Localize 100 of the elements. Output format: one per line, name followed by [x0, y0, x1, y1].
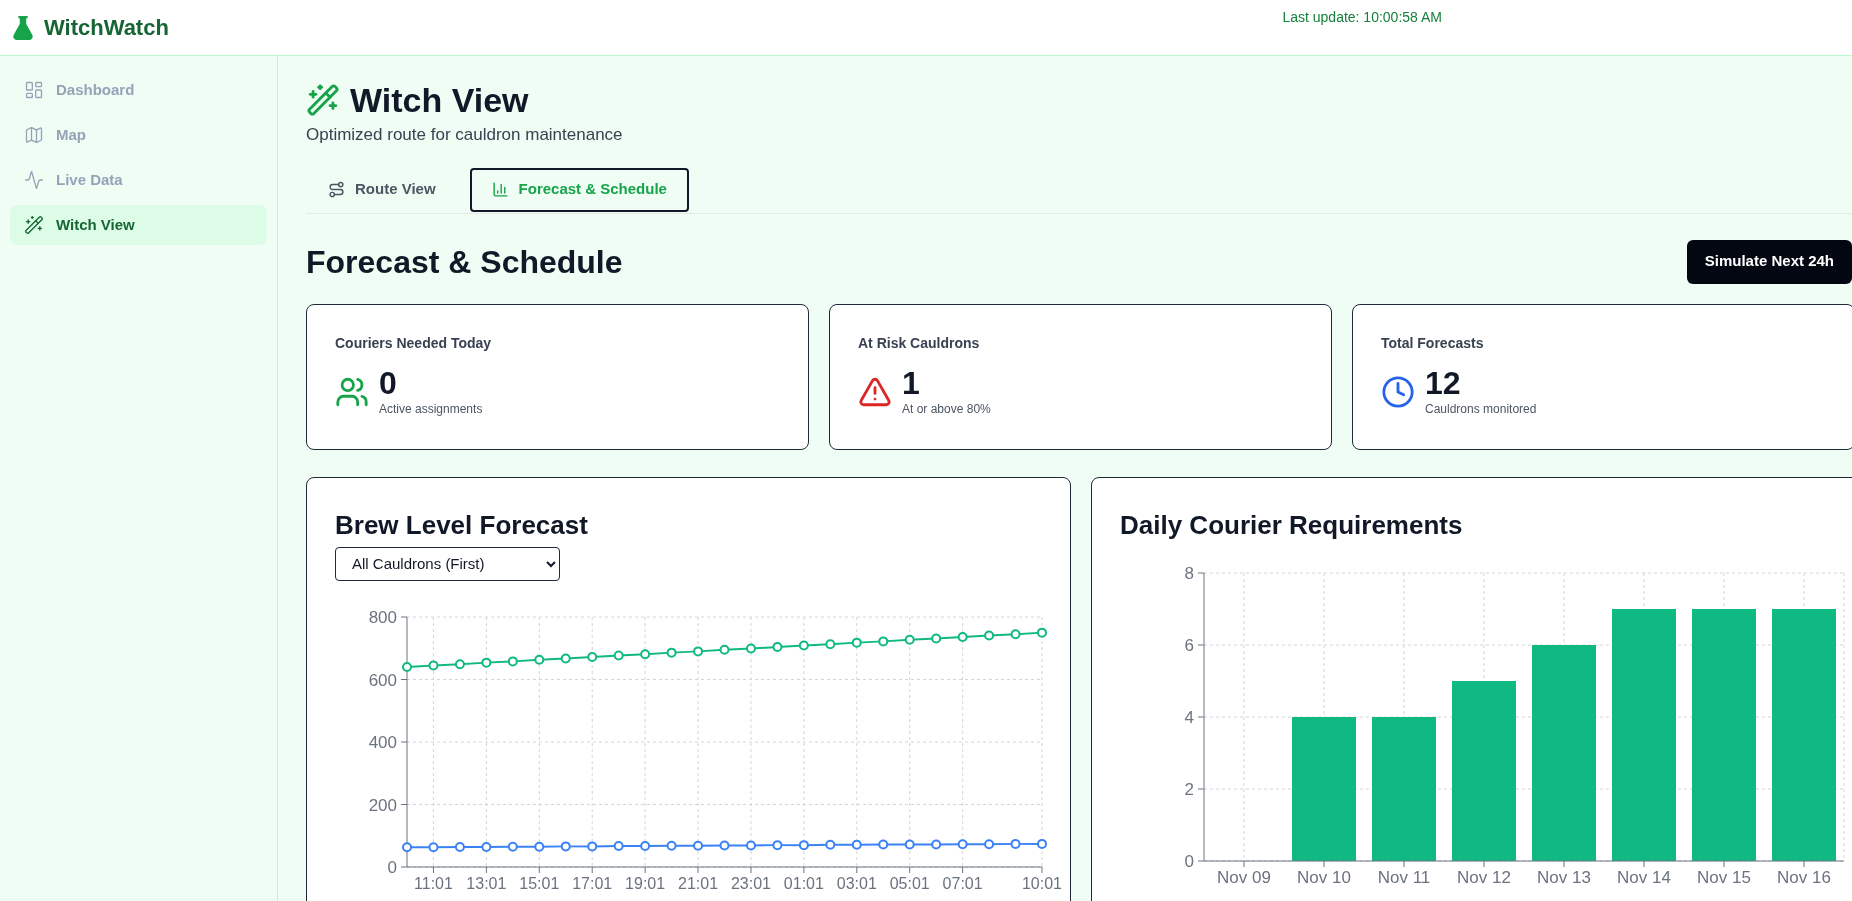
point [454, 658, 465, 669]
axis-label: 03:01 [836, 874, 877, 892]
stat-label: Total Forecasts [1381, 333, 1485, 353]
page-title: Witch View [350, 80, 529, 120]
axis-label: 01:01 [783, 874, 824, 892]
axis-label: 15:01 [519, 874, 560, 892]
simulate-button[interactable]: Simulate Next 24h [1686, 239, 1852, 284]
point [825, 638, 836, 649]
stat-value: 1 [902, 365, 921, 400]
axis-label: 600 [368, 670, 397, 689]
point [772, 839, 783, 850]
point [825, 839, 836, 850]
point [402, 841, 412, 852]
point [1037, 627, 1047, 638]
axis-label: 6 [1184, 635, 1194, 655]
point [693, 840, 704, 851]
point [719, 839, 730, 850]
map-icon [24, 125, 44, 145]
point [481, 841, 492, 852]
point [745, 839, 756, 850]
point [904, 839, 915, 849]
stat-value: 12 [1425, 365, 1462, 400]
axis-label: 17:01 [572, 874, 613, 892]
axis-label: 4 [1184, 707, 1194, 727]
point [931, 633, 942, 644]
chart-title: Daily Courier Requirements [1119, 508, 1464, 542]
point [1010, 838, 1021, 849]
point [428, 659, 439, 670]
pulse-icon [24, 170, 44, 190]
point [402, 661, 412, 672]
point [957, 631, 968, 642]
axis-label: Nov 12 [1457, 867, 1511, 887]
point [534, 654, 545, 665]
point [507, 655, 518, 666]
point [534, 841, 545, 852]
axis-label: 200 [368, 795, 397, 814]
axis-label: Nov 10 [1297, 867, 1351, 887]
point [1037, 838, 1047, 849]
point [693, 645, 704, 656]
cauldron-select[interactable]: All Cauldrons (First) [335, 546, 560, 581]
point [560, 840, 571, 851]
point [666, 647, 677, 658]
stat-value: 0 [379, 365, 398, 400]
magic-wand-icon [24, 215, 44, 235]
point [719, 644, 730, 655]
last-update: Last update: 10:00:58 AM [1282, 8, 1442, 27]
point [745, 643, 756, 654]
point [507, 841, 518, 852]
axis-label: 8 [1184, 563, 1194, 583]
point [878, 635, 889, 646]
axis-label: 07:01 [942, 874, 983, 892]
axis-label: 13:01 [466, 874, 507, 892]
stat-caption: Cauldrons monitored [1425, 400, 1537, 418]
magic-wand-icon [306, 83, 340, 117]
stat-label: Couriers Needed Today [335, 333, 493, 353]
axis-label: 05:01 [889, 874, 930, 892]
axis-label: Nov 16 [1777, 867, 1831, 887]
point [798, 839, 809, 850]
axis-label: Nov 15 [1697, 867, 1751, 887]
axis-label: 11:01 [414, 874, 453, 892]
point [481, 657, 492, 668]
axis-label: Nov 13 [1537, 867, 1591, 887]
point [428, 841, 439, 852]
point [851, 637, 862, 648]
point [984, 838, 995, 849]
point [560, 653, 571, 664]
axis-label: 400 [368, 732, 397, 752]
point [666, 840, 677, 851]
point [957, 838, 968, 849]
axis-label: 0 [387, 857, 397, 877]
dashboard-icon [24, 80, 44, 100]
point [640, 840, 651, 851]
stat-label: At Risk Cauldrons [858, 333, 981, 353]
point [640, 648, 651, 659]
point [454, 841, 465, 852]
stat-caption: Active assignments [379, 400, 483, 418]
axis-label: Nov 09 [1217, 867, 1271, 887]
axis-label: 2 [1184, 779, 1194, 799]
axis-label: 23:01 [730, 874, 771, 892]
point [878, 839, 889, 849]
axis-label: 10:01 [1022, 874, 1062, 892]
point [904, 634, 915, 645]
point [613, 649, 624, 660]
point [613, 840, 624, 851]
axis-label: 21:01 [678, 874, 719, 892]
point [851, 839, 862, 850]
sidebar-item[interactable]: Witch View [10, 205, 267, 245]
page-subtitle: Optimized route for cauldron maintenance [306, 124, 624, 146]
axis-label: 19:01 [625, 874, 666, 892]
axis-label: 800 [368, 607, 397, 627]
point [587, 840, 598, 851]
flask-icon [10, 14, 36, 41]
point [798, 639, 809, 650]
section-title: Forecast & Schedule [306, 242, 623, 282]
point [984, 629, 995, 640]
route-icon [328, 181, 345, 198]
point [587, 651, 598, 662]
tab[interactable]: Route View [306, 167, 458, 212]
axis-label: Nov 14 [1617, 867, 1671, 887]
app-name: WitchWatch [44, 14, 169, 42]
